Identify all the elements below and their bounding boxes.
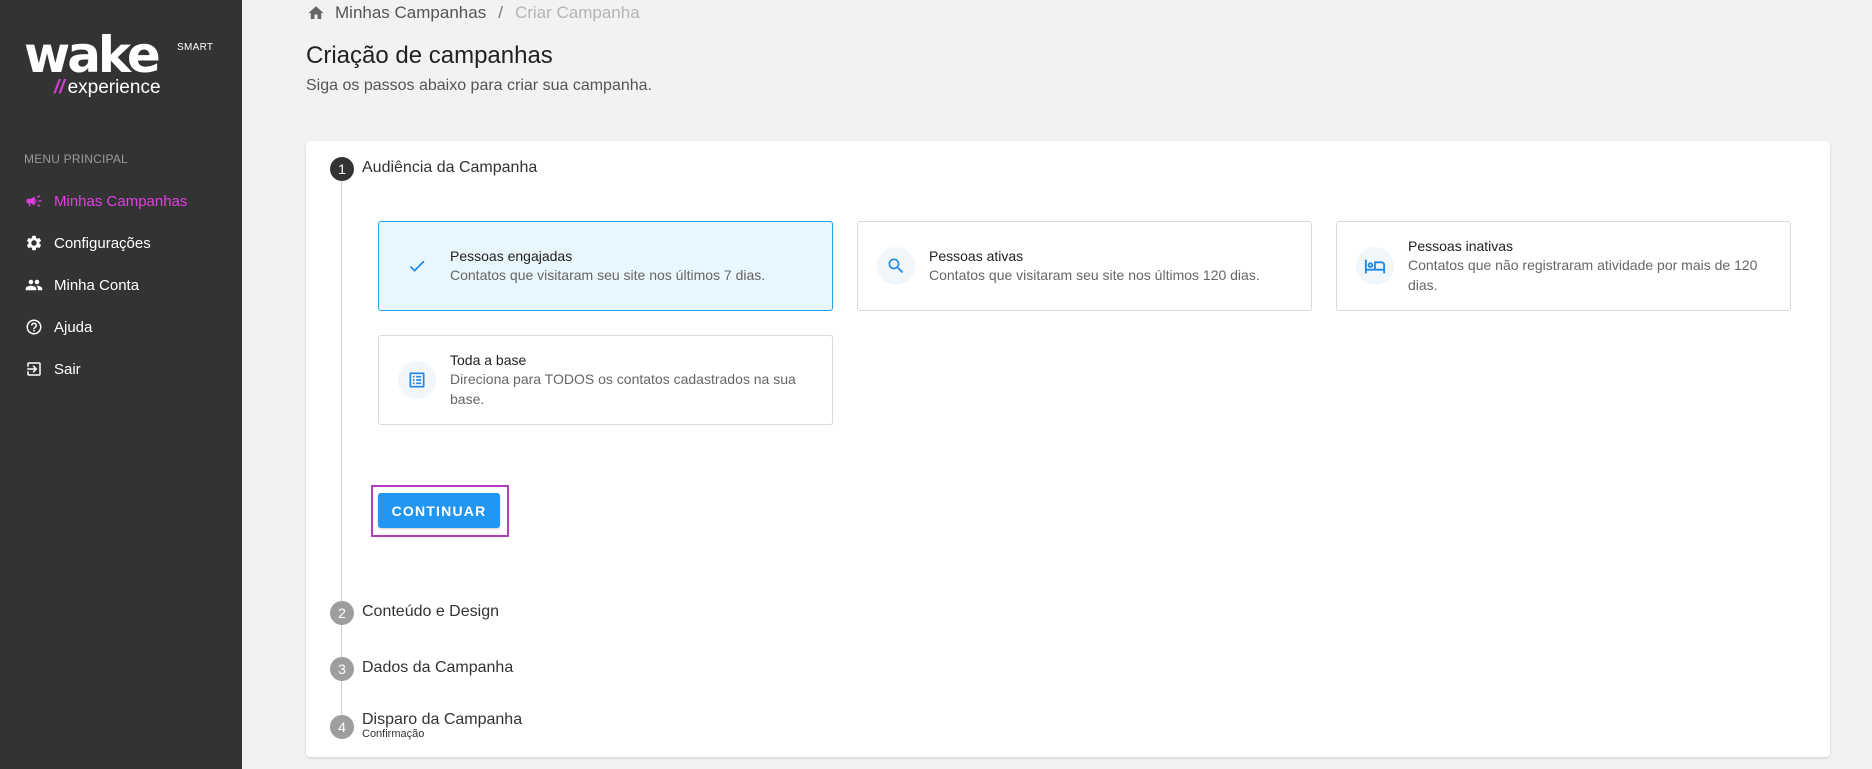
option-title: Pessoas engajadas [450, 248, 573, 264]
continue-button[interactable]: CONTINUAR [378, 493, 500, 528]
step-2-label[interactable]: Conteúdo e Design [362, 603, 499, 621]
step-3-number: 3 [330, 657, 354, 681]
option-desc: Direciona para TODOS os contatos cadastr… [450, 371, 796, 407]
breadcrumb: Minhas Campanhas / Criar Campanha [307, 2, 640, 24]
sidebar-item-label: Sair [54, 360, 81, 378]
sidebar-item-minha-conta[interactable]: Minha Conta [24, 273, 139, 297]
option-title: Pessoas inativas [1408, 238, 1514, 254]
step-1-label[interactable]: Audiência da Campanha [362, 159, 537, 177]
logo-tag: SMART [177, 42, 214, 53]
breadcrumb-current: Criar Campanha [514, 3, 640, 22]
wake-logo[interactable]: wake SMART //experience [24, 30, 224, 100]
sidebar-item-label: Minha Conta [54, 276, 140, 294]
logout-icon [24, 359, 44, 379]
breadcrumb-separator: / [498, 3, 503, 22]
menu-title: MENU PRINCIPAL [24, 152, 128, 166]
option-pessoas-engajadas[interactable]: Pessoas engajadas Contatos que visitaram… [378, 221, 833, 311]
option-pessoas-ativas[interactable]: Pessoas ativas Contatos que visitaram se… [857, 221, 1312, 311]
sidebar-item-ajuda[interactable]: Ajuda [24, 315, 92, 339]
megaphone-icon [24, 191, 44, 211]
sidebar: wake SMART //experience MENU PRINCIPAL M… [0, 0, 242, 769]
step-4-number: 4 [330, 715, 354, 739]
logo-subtitle: //experience [54, 77, 161, 98]
bed-icon [1356, 247, 1394, 285]
option-title: Pessoas ativas [929, 248, 1024, 264]
people-icon [24, 275, 44, 295]
step-connector [341, 625, 342, 657]
option-toda-a-base[interactable]: Toda a base Direciona para TODOS os cont… [378, 335, 833, 425]
sidebar-item-sair[interactable]: Sair [24, 357, 81, 381]
sidebar-item-label: Configurações [54, 234, 151, 252]
step-4-label[interactable]: Disparo da Campanha [362, 711, 522, 729]
breadcrumb-link[interactable]: Minhas Campanhas [335, 3, 486, 23]
help-icon [24, 317, 44, 337]
step-connector [341, 681, 342, 715]
step-1-number: 1 [330, 157, 354, 181]
page-subtitle: Siga os passos abaixo para criar sua cam… [306, 77, 652, 94]
check-icon [398, 247, 436, 285]
gear-icon [24, 233, 44, 253]
logo-sub-text: experience [67, 77, 161, 98]
step-3-label[interactable]: Dados da Campanha [362, 659, 513, 677]
page-title: Criação de campanhas [306, 42, 553, 69]
sidebar-item-minhas-campanhas[interactable]: Minhas Campanhas [24, 189, 187, 213]
sidebar-item-configuracoes[interactable]: Configurações [24, 231, 151, 255]
home-icon[interactable] [307, 4, 325, 22]
list-icon [398, 361, 436, 399]
step-4-sublabel: Confirmação [362, 728, 425, 740]
sidebar-item-label: Minhas Campanhas [54, 192, 188, 210]
sidebar-item-label: Ajuda [54, 318, 93, 336]
option-desc: Contatos que visitaram seu site nos últi… [450, 267, 766, 283]
option-title: Toda a base [450, 352, 527, 368]
step-connector [341, 181, 342, 601]
option-pessoas-inativas[interactable]: Pessoas inativas Contatos que não regist… [1336, 221, 1791, 311]
option-desc: Contatos que visitaram seu site nos últi… [929, 267, 1260, 283]
search-icon [877, 247, 915, 285]
logo-word: wake [24, 26, 161, 84]
step-2-number: 2 [330, 601, 354, 625]
option-desc: Contatos que não registraram atividade p… [1408, 257, 1758, 293]
